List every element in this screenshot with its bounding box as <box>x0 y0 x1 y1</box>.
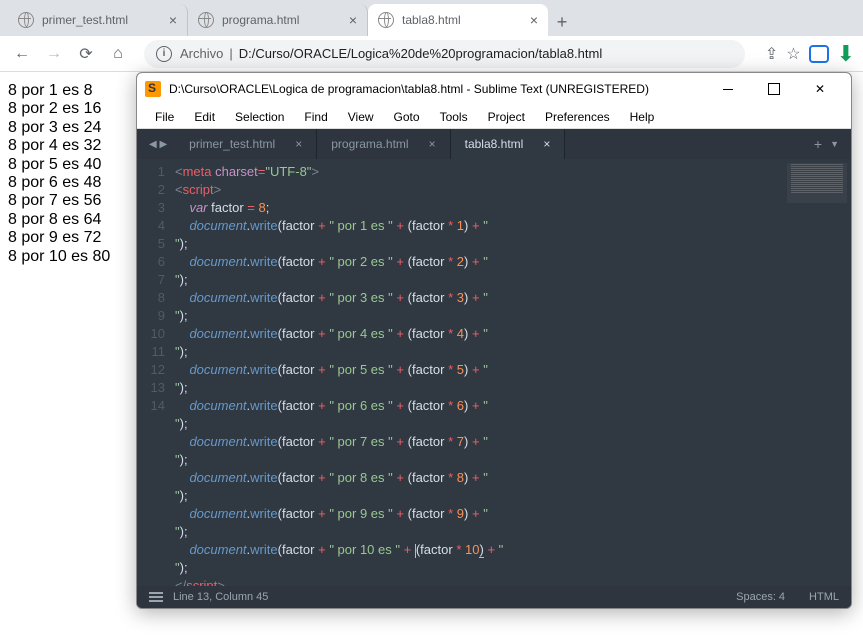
close-icon[interactable]: × <box>295 137 302 151</box>
globe-icon <box>198 12 214 28</box>
status-syntax[interactable]: HTML <box>809 591 839 603</box>
toolbar-actions: ⇪ ☆ ⬇ <box>765 41 855 67</box>
reload-button[interactable]: ⟳ <box>72 40 100 68</box>
sublime-titlebar[interactable]: D:\Curso\ORACLE\Logica de programacion\t… <box>137 73 851 105</box>
tab-title: tabla8.html <box>402 13 461 27</box>
globe-icon <box>18 12 34 28</box>
tab-title: programa.html <box>222 13 299 27</box>
new-tab-button[interactable]: + <box>548 8 576 36</box>
browser-tab-2[interactable]: programa.html × <box>188 4 368 36</box>
browser-tab-3[interactable]: tabla8.html × <box>368 4 548 36</box>
editor-area[interactable]: 1234567891011121314 <meta charset="UTF-8… <box>137 159 851 586</box>
address-bar[interactable]: i Archivo | D:/Curso/ORACLE/Logica%20de%… <box>144 40 745 68</box>
minimize-button[interactable] <box>705 73 751 105</box>
sublime-tab-2[interactable]: programa.html × <box>317 129 450 159</box>
line-gutter: 1234567891011121314 <box>137 159 175 586</box>
menu-edit[interactable]: Edit <box>184 110 225 124</box>
close-button[interactable]: ✕ <box>797 73 843 105</box>
status-indent[interactable]: Spaces: 4 <box>736 591 785 603</box>
plus-icon: + <box>814 136 822 152</box>
sublime-icon <box>145 81 161 97</box>
home-button[interactable]: ⌂ <box>104 40 132 68</box>
close-icon[interactable]: × <box>530 12 538 28</box>
minimap[interactable] <box>787 163 847 203</box>
sublime-tab-actions[interactable]: + ▼ <box>802 129 851 159</box>
menu-goto[interactable]: Goto <box>384 110 430 124</box>
tab-title: primer_test.html <box>42 13 128 27</box>
menu-tools[interactable]: Tools <box>430 110 478 124</box>
menu-icon[interactable] <box>149 592 163 602</box>
info-icon: i <box>156 46 172 62</box>
menu-file[interactable]: File <box>145 110 184 124</box>
sublime-tab-1[interactable]: primer_test.html × <box>175 129 317 159</box>
maximize-button[interactable] <box>751 73 797 105</box>
menu-help[interactable]: Help <box>620 110 665 124</box>
close-icon[interactable]: × <box>349 12 357 28</box>
menu-selection[interactable]: Selection <box>225 110 294 124</box>
address-path: D:/Curso/ORACLE/Logica%20de%20programaci… <box>239 46 602 61</box>
chevron-down-icon: ▼ <box>830 139 839 149</box>
menu-find[interactable]: Find <box>294 110 337 124</box>
sublime-title: D:\Curso\ORACLE\Logica de programacion\t… <box>169 82 649 96</box>
browser-tab-1[interactable]: primer_test.html × <box>8 4 188 36</box>
close-icon[interactable]: × <box>169 12 177 28</box>
code-content[interactable]: <meta charset="UTF-8"> <script> var fact… <box>175 159 851 586</box>
extension-icon[interactable] <box>809 45 829 63</box>
menu-view[interactable]: View <box>338 110 384 124</box>
close-icon[interactable]: × <box>543 137 550 151</box>
status-position[interactable]: Line 13, Column 45 <box>173 591 268 603</box>
forward-button: → <box>40 40 68 68</box>
status-bar: Line 13, Column 45 Spaces: 4 HTML <box>137 586 851 608</box>
globe-icon <box>378 12 394 28</box>
download-icon[interactable]: ⬇ <box>837 41 855 67</box>
sublime-window: D:\Curso\ORACLE\Logica de programacion\t… <box>136 72 852 609</box>
back-button[interactable]: ← <box>8 40 36 68</box>
sublime-tab-strip: ◀ ▶ primer_test.html × programa.html × t… <box>137 129 851 159</box>
menu-preferences[interactable]: Preferences <box>535 110 620 124</box>
browser-tab-strip: primer_test.html × programa.html × tabla… <box>0 0 863 36</box>
menu-project[interactable]: Project <box>478 110 535 124</box>
sublime-tab-3[interactable]: tabla8.html × <box>451 129 566 159</box>
share-icon[interactable]: ⇪ <box>765 44 778 64</box>
sublime-menubar: File Edit Selection Find View Goto Tools… <box>137 105 851 129</box>
address-label: Archivo <box>180 46 223 61</box>
bookmark-icon[interactable]: ☆ <box>786 44 800 64</box>
browser-toolbar: ← → ⟳ ⌂ i Archivo | D:/Curso/ORACLE/Logi… <box>0 36 863 72</box>
tab-nav-arrows[interactable]: ◀ ▶ <box>141 129 175 159</box>
close-icon[interactable]: × <box>429 137 436 151</box>
